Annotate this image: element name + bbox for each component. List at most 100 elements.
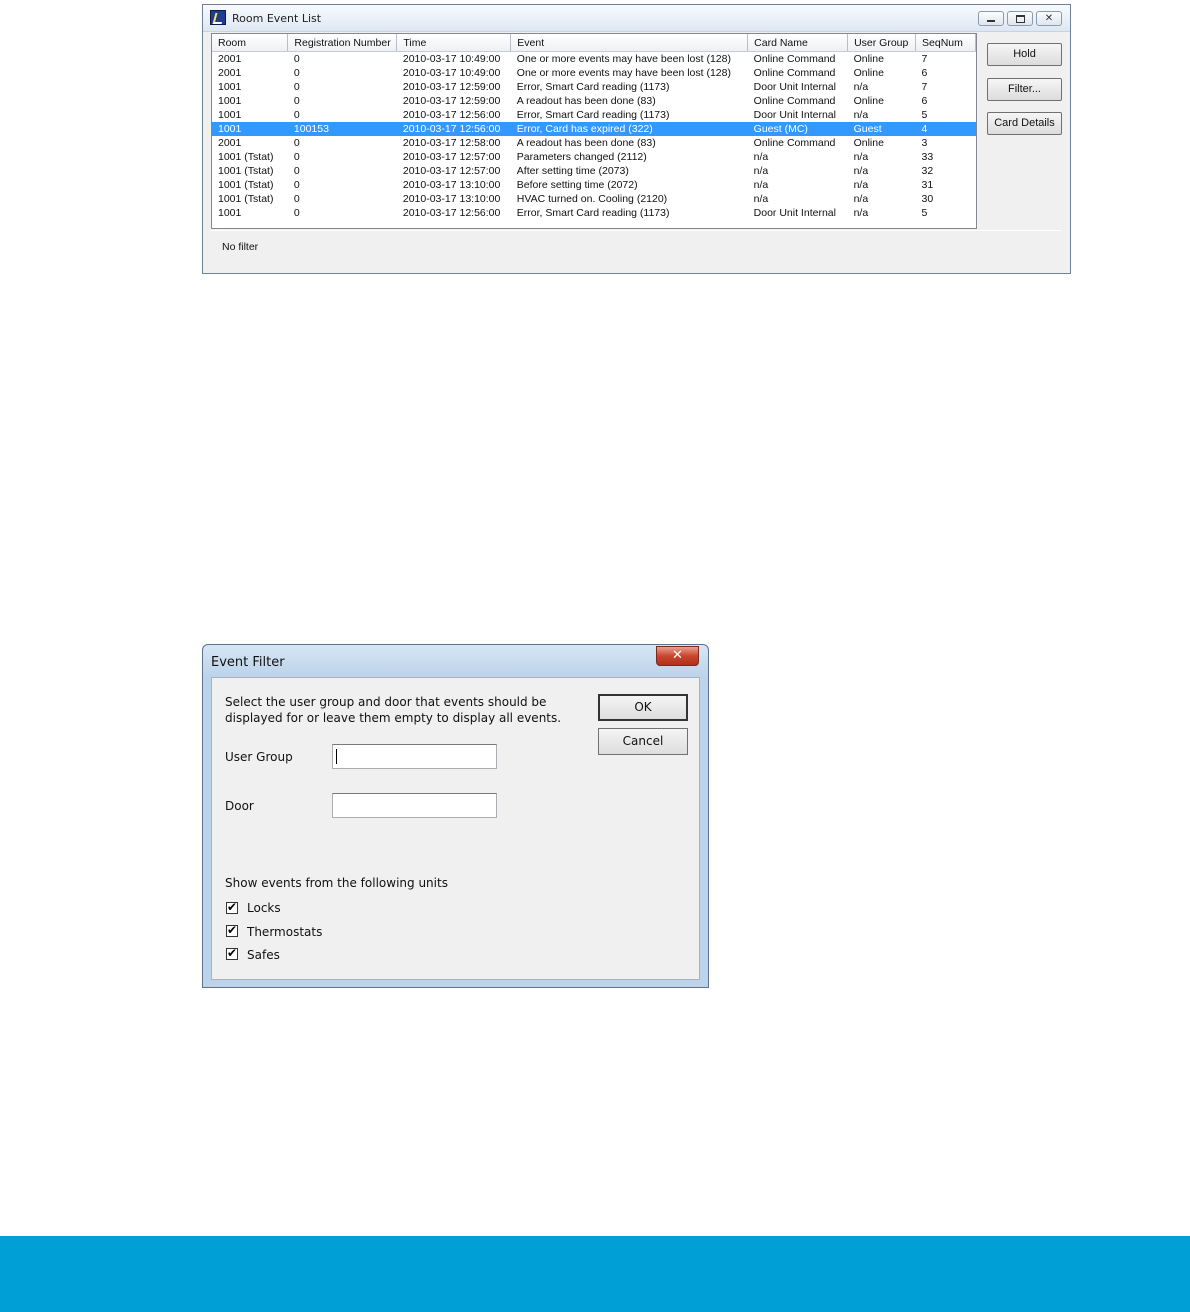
safes-label[interactable]: Safes: [247, 948, 280, 962]
cell-card-name: n/a: [753, 193, 769, 205]
cell-card-name: Door Unit Internal: [753, 207, 836, 219]
table-row[interactable]: 1001 (Tstat) 0 2010-03-17 13:10:00 Before s…: [212, 178, 976, 192]
cell-user-group: Online: [853, 53, 884, 65]
close-icon[interactable]: [1036, 11, 1062, 26]
card-details-button[interactable]: Card Details: [987, 112, 1062, 135]
cell-card-name: Guest (MC): [747, 122, 848, 136]
user-group-label: User Group: [225, 750, 293, 764]
cell-room: 1001: [218, 81, 242, 93]
cell-card-name: Online Command: [753, 137, 836, 149]
cell-time: 2010-03-17 12:59:00: [402, 81, 501, 93]
cell-room: 1001 (Tstat): [218, 193, 274, 205]
footer-band: [0, 1236, 1190, 1312]
cell-event: HVAC turned on. Cooling (2120): [516, 193, 668, 205]
column-header-seqnum[interactable]: SeqNum: [915, 34, 976, 52]
table-row[interactable]: 1001 100153 2010-03-17 12:56:00 Error, Card…: [212, 122, 976, 136]
cell-registration-number: 0: [293, 95, 300, 107]
minimize-icon[interactable]: [978, 11, 1004, 26]
cell-seqnum: 30: [921, 193, 934, 205]
cell-user-group: Guest: [847, 122, 916, 136]
cell-seqnum: 5: [921, 207, 928, 219]
table-row[interactable]: 2001 0 2010-03-17 10:49:00 One or more even…: [212, 66, 976, 80]
cell-time: 2010-03-17 10:49:00: [402, 53, 501, 65]
cell-user-group: n/a: [853, 193, 869, 205]
close-icon[interactable]: ✕: [656, 646, 699, 666]
safes-checkbox[interactable]: [226, 946, 238, 960]
window-controls: [978, 11, 1062, 26]
cell-card-name: n/a: [753, 165, 769, 177]
cell-card-name: Online Command: [753, 95, 836, 107]
table-row[interactable]: 1001 0 2010-03-17 12:59:00 Error, Smart Car…: [212, 80, 976, 94]
cell-user-group: n/a: [853, 151, 869, 163]
table-row[interactable]: 2001 0 2010-03-17 12:58:00 A readout has be…: [212, 136, 976, 150]
cell-event: After setting time (2073): [516, 165, 629, 177]
maximize-icon[interactable]: [1007, 11, 1033, 26]
cell-event: A readout has been done (83): [516, 137, 656, 149]
cell-seqnum: 5: [921, 109, 928, 121]
cell-time: 2010-03-17 12:57:00: [402, 165, 501, 177]
cell-time: 2010-03-17 12:59:00: [402, 95, 501, 107]
door-input[interactable]: [332, 793, 497, 818]
cell-event: Error, Smart Card reading (1173): [516, 109, 670, 121]
column-header-registration-number[interactable]: Registration Number: [287, 34, 398, 52]
cell-room: 1001: [218, 95, 242, 107]
hold-button[interactable]: Hold: [987, 43, 1062, 66]
status-area: No filter: [211, 230, 1061, 267]
cell-event: Error, Card has expired (322): [510, 122, 748, 136]
units-heading: Show events from the following units: [225, 876, 448, 890]
event-list[interactable]: Room Registration Number Time Event Card…: [211, 33, 977, 229]
dialog-client-area: Select the user group and door that even…: [211, 677, 700, 980]
column-header-event[interactable]: Event: [510, 34, 749, 52]
locks-label[interactable]: Locks: [247, 901, 281, 915]
cell-registration-number: 0: [293, 179, 300, 191]
cell-room: 1001 (Tstat): [218, 179, 274, 191]
column-header-room[interactable]: Room: [212, 34, 289, 52]
cell-seqnum: 33: [921, 151, 934, 163]
cell-registration-number: 0: [293, 165, 300, 177]
cell-time: 2010-03-17 13:10:00: [402, 179, 501, 191]
table-row[interactable]: 1001 0 2010-03-17 12:59:00 A readout has be…: [212, 94, 976, 108]
text-caret: [336, 749, 337, 764]
thermostats-label[interactable]: Thermostats: [247, 925, 322, 939]
cancel-button[interactable]: Cancel: [598, 728, 688, 755]
cell-time: 2010-03-17 12:58:00: [402, 137, 501, 149]
cell-event: Error, Smart Card reading (1173): [516, 81, 670, 93]
cell-user-group: Online: [853, 95, 884, 107]
cell-registration-number: 0: [293, 207, 300, 219]
title-bar[interactable]: Room Event List: [203, 5, 1070, 32]
instructions-line-2: displayed for or leave them empty to dis…: [225, 711, 562, 725]
table-row[interactable]: 1001 (Tstat) 0 2010-03-17 12:57:00 Paramete…: [212, 150, 976, 164]
cell-room: 1001: [218, 207, 242, 219]
cell-registration-number: 0: [293, 151, 300, 163]
cell-time: 2010-03-17 12:57:00: [402, 151, 501, 163]
table-row[interactable]: 1001 (Tstat) 0 2010-03-17 13:10:00 HVAC tur…: [212, 192, 976, 206]
column-header-row: Room Registration Number Time Event Card…: [212, 34, 976, 52]
table-row[interactable]: 1001 0 2010-03-17 12:56:00 Error, Smart Car…: [212, 108, 976, 122]
ok-button[interactable]: OK: [598, 694, 688, 721]
filter-button[interactable]: Filter...: [987, 78, 1062, 101]
app-icon: [210, 10, 226, 25]
table-row[interactable]: 2001 0 2010-03-17 10:49:00 One or more even…: [212, 52, 976, 67]
event-rows: 2001 0 2010-03-17 10:49:00 One or more even…: [212, 52, 976, 221]
thermostats-checkbox[interactable]: [226, 923, 238, 937]
cell-seqnum: 7: [921, 81, 928, 93]
cell-room: 1001 (Tstat): [218, 151, 274, 163]
cell-seqnum: 6: [921, 95, 928, 107]
cell-registration-number: 0: [293, 193, 300, 205]
table-row[interactable]: 1001 0 2010-03-17 12:56:00 Error, Smart Car…: [212, 206, 976, 220]
room-event-list-window: Room Event List Room Registration Number…: [202, 4, 1071, 274]
column-header-time[interactable]: Time: [396, 34, 512, 52]
cell-time: 2010-03-17 10:49:00: [402, 67, 501, 79]
cell-seqnum: 31: [921, 179, 934, 191]
filter-status-text: No filter: [222, 241, 259, 253]
door-label: Door: [225, 799, 254, 813]
cell-user-group: n/a: [853, 81, 869, 93]
dialog-title-bar[interactable]: Event Filter ✕: [203, 645, 708, 677]
cell-event: Before setting time (2072): [516, 179, 638, 191]
user-group-input[interactable]: [332, 744, 497, 769]
table-row[interactable]: 1001 (Tstat) 0 2010-03-17 12:57:00 After se…: [212, 164, 976, 178]
column-header-card-name[interactable]: Card Name: [747, 34, 849, 52]
window-title: Room Event List: [232, 12, 322, 25]
locks-checkbox[interactable]: [226, 900, 238, 914]
column-header-user-group[interactable]: User Group: [847, 34, 917, 52]
